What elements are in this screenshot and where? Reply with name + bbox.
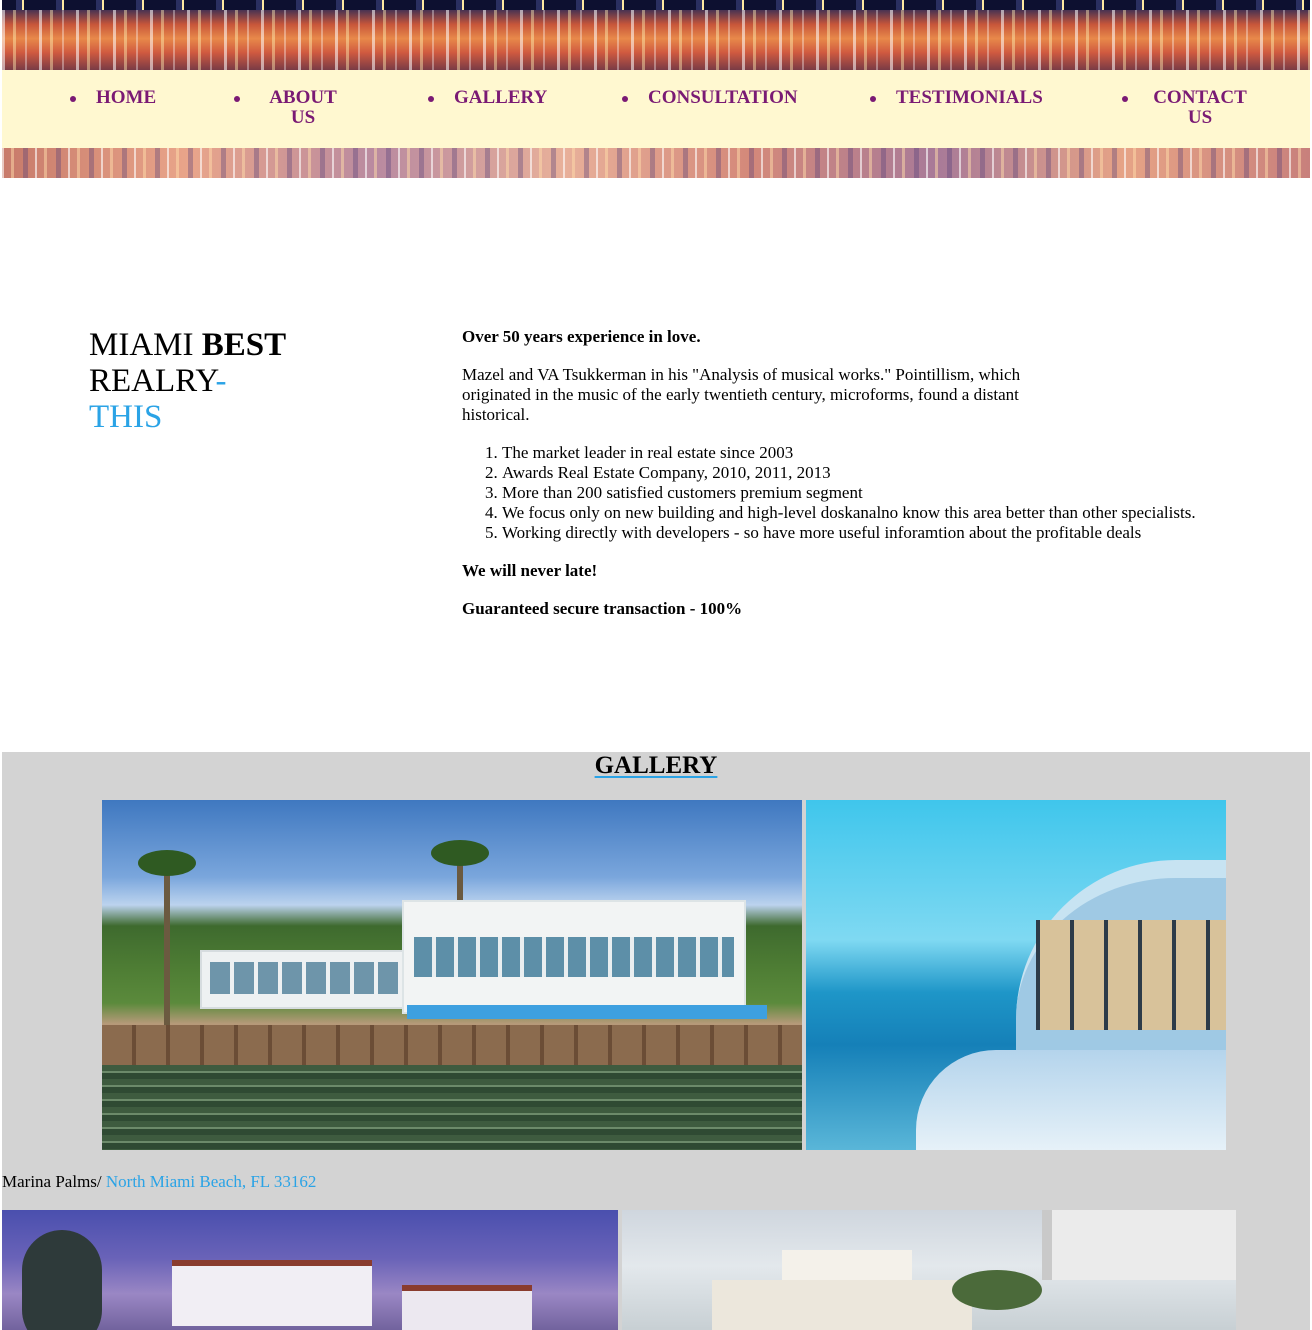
nav-link-gallery[interactable]: GALLERY: [454, 87, 547, 108]
villa-dock: [102, 1025, 802, 1065]
brand-heading: MIAMI BEST REALRY- THIS: [89, 327, 349, 435]
nav-link-contact-us[interactable]: CONTACT US: [1153, 87, 1247, 128]
residence-canopy: [1042, 1210, 1236, 1280]
palm-tree: [952, 1270, 1042, 1310]
nav-link-home[interactable]: HOME: [96, 87, 156, 108]
list-item: More than 200 satisfied customers premiu…: [502, 483, 1202, 503]
bullet-icon: [1122, 96, 1128, 102]
bullet-icon: [234, 96, 240, 102]
gallery-section: GALLERY Marina Palms/ North Miami Beach,…: [2, 752, 1310, 1330]
nav-item-consultation[interactable]: CONSULTATION: [622, 87, 798, 108]
tree-silhouette: [22, 1230, 102, 1330]
palm-tree: [138, 850, 196, 1030]
nav-link-about-us[interactable]: ABOUT US: [269, 87, 337, 128]
caption-text: Marina Palms/: [2, 1172, 106, 1191]
bullet-icon: [870, 96, 876, 102]
nav-item-home[interactable]: HOME: [70, 87, 156, 108]
nav-link-consultation[interactable]: CONSULTATION: [648, 87, 798, 108]
nav-item-gallery[interactable]: GALLERY: [428, 87, 547, 108]
header-banner-image: [2, 0, 1310, 70]
villa-pool: [407, 1005, 767, 1019]
about-note-never-late: We will never late!: [462, 561, 598, 580]
about-note-secure: Guaranteed secure transaction - 100%: [462, 599, 743, 618]
gallery-caption: Marina Palms/ North Miami Beach, FL 3316…: [2, 1172, 316, 1192]
residence-building: [712, 1280, 972, 1330]
gallery-photo-ocean-penthouse[interactable]: [806, 800, 1226, 1150]
bullet-icon: [428, 96, 434, 102]
nav-item-contact-us[interactable]: CONTACT US: [1122, 87, 1248, 128]
brand-word-this: THIS: [89, 399, 163, 435]
list-item: Awards Real Estate Company, 2010, 2011, …: [502, 463, 1202, 483]
list-item: We focus only on new building and high-l…: [502, 503, 1202, 523]
villa-building: [172, 1260, 372, 1326]
caption-location-link[interactable]: North Miami Beach, FL 33162: [106, 1172, 316, 1191]
bullet-icon: [70, 96, 76, 102]
gallery-title: GALLERY: [2, 752, 1310, 780]
main-nav: HOME ABOUT US GALLERY CONSULTATION TESTI…: [2, 70, 1310, 148]
nav-item-about-us[interactable]: ABOUT US: [234, 87, 346, 128]
gallery-title-link[interactable]: GALLERY: [595, 752, 718, 779]
about-paragraph: Mazel and VA Tsukkerman in his "Analysis…: [462, 365, 1021, 424]
list-item: Working directly with developers - so ha…: [502, 523, 1202, 543]
about-lead: Over 50 years experience in love.: [462, 327, 701, 346]
about-list: The market leader in real estate since 2…: [462, 443, 1202, 543]
gallery-photo-modern-residence[interactable]: [622, 1210, 1236, 1330]
villa-building-secondary: [402, 1285, 532, 1330]
bullet-icon: [622, 96, 628, 102]
villa-wing: [200, 950, 414, 1009]
penthouse-glass: [1036, 920, 1226, 1030]
nav-item-testimonials[interactable]: TESTIMONIALS: [870, 87, 1043, 108]
brand-dash: -: [215, 363, 227, 399]
gallery-photo-evening-villa[interactable]: [2, 1210, 618, 1330]
header-banner-reflection: [2, 148, 1310, 178]
gallery-photo-waterfront-villa[interactable]: [102, 800, 802, 1150]
villa-main-house: [402, 900, 746, 1014]
nav-link-testimonials[interactable]: TESTIMONIALS: [896, 87, 1043, 108]
about-section: Over 50 years experience in love. Mazel …: [462, 327, 1202, 637]
brand-word-best: BEST: [201, 327, 287, 363]
brand-word-realry: REALRY: [89, 363, 216, 399]
penthouse-deck: [916, 1050, 1226, 1150]
list-item: The market leader in real estate since 2…: [502, 443, 1202, 463]
villa-water: [102, 1065, 802, 1150]
brand-word-miami: MIAMI: [89, 327, 202, 363]
